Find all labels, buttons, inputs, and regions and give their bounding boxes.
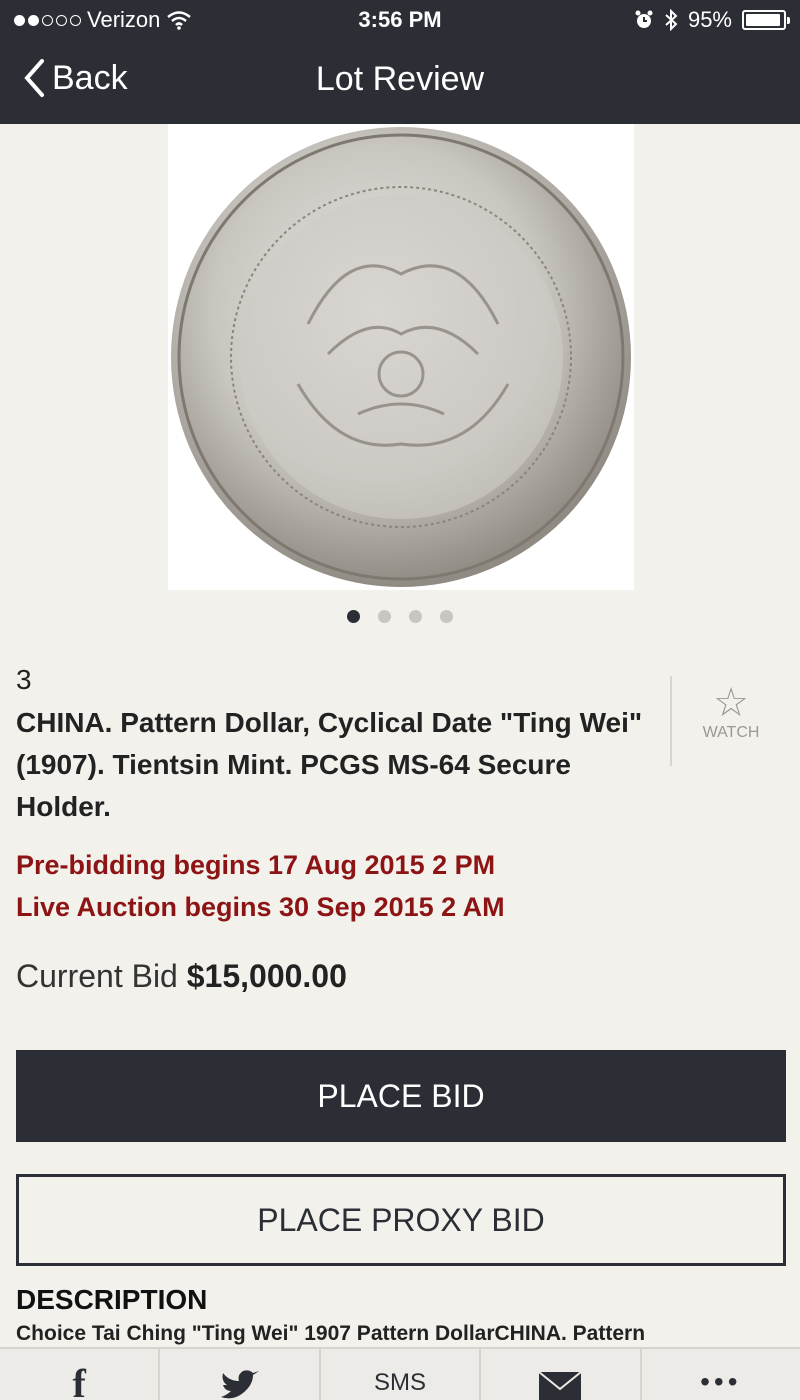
lot-number: 3 bbox=[16, 664, 32, 695]
twitter-share-button[interactable] bbox=[160, 1349, 321, 1400]
sms-share-button[interactable]: SMS bbox=[321, 1349, 482, 1400]
status-right: 95% bbox=[634, 7, 790, 33]
sms-label: SMS bbox=[374, 1368, 427, 1396]
status-bar: Verizon 3:56 PM 95% bbox=[0, 0, 800, 40]
current-bid-label: Current Bid bbox=[16, 958, 178, 994]
description-text: Choice Tai Ching "Ting Wei" 1907 Pattern… bbox=[16, 1322, 646, 1345]
mail-icon bbox=[538, 1370, 583, 1400]
current-bid: Current Bid $15,000.00 bbox=[16, 958, 347, 995]
battery-icon bbox=[742, 10, 790, 30]
place-bid-button[interactable]: PLACE BID bbox=[16, 1050, 786, 1142]
star-icon: ☆ bbox=[713, 681, 749, 725]
email-share-button[interactable] bbox=[481, 1349, 642, 1400]
page-title: Lot Review bbox=[315, 60, 485, 98]
alarm-icon bbox=[635, 10, 653, 28]
lot-image[interactable] bbox=[168, 124, 634, 590]
facebook-icon: f bbox=[72, 1361, 86, 1400]
watch-label: WATCH bbox=[702, 724, 760, 741]
battery-percent: 95% bbox=[687, 7, 732, 32]
watch-button[interactable]: ☆ WATCH bbox=[670, 676, 790, 766]
coin-image bbox=[171, 127, 631, 587]
nav-bar: Back Lot Review bbox=[0, 40, 800, 124]
prebidding-date: Pre-bidding begins 17 Aug 2015 2 PM bbox=[16, 850, 496, 880]
more-options-button[interactable]: ••• bbox=[642, 1349, 800, 1400]
live-auction-date: Live Auction begins 30 Sep 2015 2 AM bbox=[16, 892, 505, 922]
app-header: Verizon 3:56 PM 95% Back Lot Review bbox=[0, 0, 800, 124]
pager-dot[interactable] bbox=[409, 610, 422, 623]
twitter-icon bbox=[220, 1369, 259, 1398]
more-icon: ••• bbox=[700, 1365, 742, 1397]
share-bar: f SMS ••• bbox=[0, 1347, 800, 1400]
current-bid-amount: $15,000.00 bbox=[186, 958, 347, 994]
pager-dot[interactable] bbox=[347, 610, 360, 623]
pager-dot[interactable] bbox=[440, 610, 453, 623]
facebook-share-button[interactable]: f bbox=[0, 1349, 161, 1400]
image-pager[interactable] bbox=[0, 610, 800, 623]
pager-dot[interactable] bbox=[378, 610, 391, 623]
description-heading: DESCRIPTION bbox=[16, 1284, 208, 1315]
lot-title: CHINA. Pattern Dollar, Cyclical Date "Ti… bbox=[16, 707, 643, 822]
place-proxy-bid-button[interactable]: PLACE PROXY BID bbox=[16, 1174, 786, 1266]
auction-dates: Pre-bidding begins 17 Aug 2015 2 PM Live… bbox=[16, 844, 505, 928]
bluetooth-icon bbox=[665, 9, 678, 31]
